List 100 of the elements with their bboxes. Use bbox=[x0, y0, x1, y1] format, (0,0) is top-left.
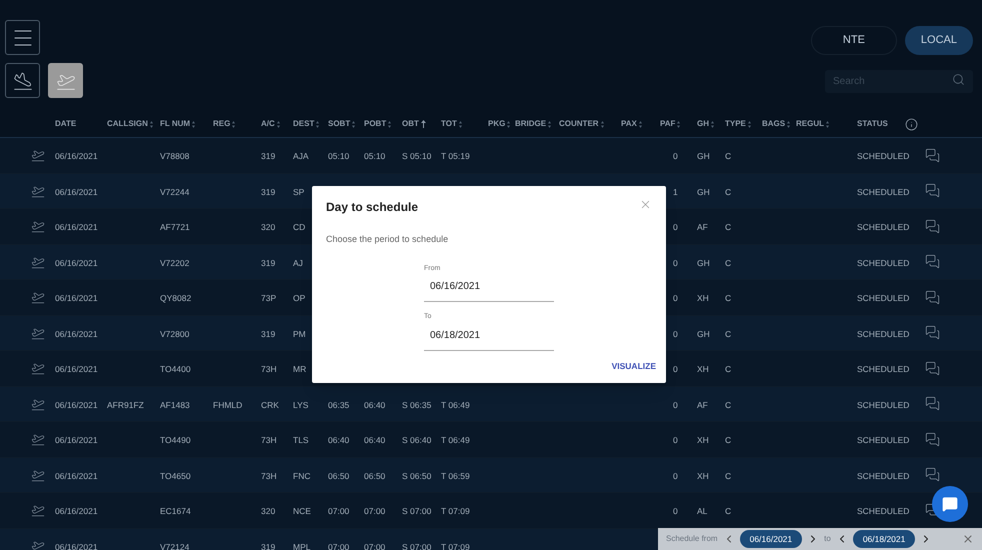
table-cell: V72202 bbox=[160, 258, 190, 268]
table-cell: 0 bbox=[673, 258, 678, 268]
table-cell: C bbox=[725, 258, 732, 268]
table-cell: XH bbox=[697, 435, 709, 446]
table-cell: PM bbox=[293, 328, 306, 339]
table-cell: SCHEDULED bbox=[857, 258, 910, 268]
table-cell: T 05:19 bbox=[441, 151, 470, 162]
table-cell: 06/16/2021 bbox=[55, 435, 98, 446]
table-cell: 06/16/2021 bbox=[55, 222, 98, 232]
column-header: BRIDGE bbox=[515, 118, 546, 130]
table-cell: AF1483 bbox=[160, 400, 190, 410]
table-cell: 06/16/2021 bbox=[55, 506, 98, 516]
column-header: SOBT bbox=[328, 118, 350, 130]
table-cell: 0 bbox=[673, 151, 678, 162]
table-cell: 06/16/2021 bbox=[55, 293, 98, 304]
table-cell: 06/16/2021 bbox=[55, 542, 98, 550]
separator-label: to bbox=[824, 533, 831, 545]
column-header: TOT bbox=[441, 118, 457, 130]
table-cell: T 07:09 bbox=[441, 542, 470, 550]
column-header: COUNTER bbox=[559, 118, 599, 130]
column-header: PAF bbox=[660, 118, 676, 130]
table-cell: C bbox=[725, 151, 732, 162]
table-cell: C bbox=[725, 186, 732, 197]
table-cell: 06:35 bbox=[328, 400, 350, 410]
column-header: TYPE bbox=[725, 118, 746, 130]
table-cell: T 06:49 bbox=[441, 435, 470, 446]
table-cell: CRK bbox=[261, 400, 279, 410]
dialog-subtitle: Choose the period to schedule bbox=[326, 233, 450, 246]
table-cell: 319 bbox=[261, 258, 276, 268]
table-cell: FNC bbox=[293, 470, 310, 481]
column-header: DEST bbox=[293, 118, 314, 130]
table-cell: T 07:09 bbox=[441, 506, 470, 516]
table-cell: 06/16/2021 bbox=[55, 328, 98, 339]
table-cell: 07:00 bbox=[364, 506, 386, 516]
table-cell: LYS bbox=[293, 400, 308, 410]
table-cell: S 06:35 bbox=[402, 400, 432, 410]
table-cell: C bbox=[725, 506, 732, 516]
column-header: CALLSIGN bbox=[107, 118, 148, 130]
column-header: DATE bbox=[55, 118, 76, 130]
table-cell: 05:10 bbox=[364, 151, 386, 162]
table-cell: AF bbox=[697, 222, 708, 232]
table-cell: 06/16/2021 bbox=[55, 258, 98, 268]
table-cell: 07:00 bbox=[328, 506, 350, 516]
table-cell: GH bbox=[697, 186, 710, 197]
table-cell: QY8082 bbox=[160, 293, 192, 304]
column-header: PAX bbox=[621, 118, 637, 130]
table-cell: C bbox=[725, 364, 732, 374]
table-cell: S 06:40 bbox=[402, 435, 432, 446]
table-cell: OP bbox=[293, 293, 306, 304]
table-cell: 07:00 bbox=[328, 542, 350, 550]
table-cell: SCHEDULED bbox=[857, 328, 910, 339]
table-cell: V72800 bbox=[160, 328, 190, 339]
table-cell: 06/16/2021 bbox=[55, 364, 98, 374]
table-cell: 73H bbox=[261, 435, 277, 446]
table-cell: 06/16/2021 bbox=[55, 470, 98, 481]
table-cell: XH bbox=[697, 470, 709, 481]
table-cell: C bbox=[725, 293, 732, 304]
table-cell: S 07:00 bbox=[402, 506, 432, 516]
column-header: REGUL bbox=[796, 118, 824, 130]
table-cell: AJ bbox=[293, 258, 303, 268]
table-cell: S 06:50 bbox=[402, 470, 432, 481]
table-cell: AF bbox=[697, 400, 708, 410]
table-cell: MR bbox=[293, 364, 306, 374]
table-cell: 06:50 bbox=[328, 470, 350, 481]
table-cell: SCHEDULED bbox=[857, 151, 910, 162]
column-header: PKG bbox=[488, 118, 506, 130]
table-cell: S 05:10 bbox=[402, 151, 432, 162]
table-cell: 07:00 bbox=[364, 542, 386, 550]
table-cell: 319 bbox=[261, 186, 276, 197]
table-cell: 06:40 bbox=[328, 435, 350, 446]
table-cell: 0 bbox=[673, 435, 678, 446]
table-cell: NCE bbox=[293, 506, 311, 516]
field-value: 06/18/2021 bbox=[429, 328, 482, 342]
table-cell: 0 bbox=[673, 328, 678, 339]
table-cell: C bbox=[725, 222, 732, 232]
table-cell: C bbox=[725, 470, 732, 481]
table-cell: TLS bbox=[293, 435, 309, 446]
table-cell: 73H bbox=[261, 364, 277, 374]
table-cell: SCHEDULED bbox=[857, 293, 910, 304]
table-cell: 0 bbox=[673, 293, 678, 304]
table-cell: S 07:00 bbox=[402, 542, 432, 550]
table-cell: FHMLD bbox=[213, 400, 242, 410]
table-cell: GH bbox=[697, 151, 710, 162]
table-cell: 320 bbox=[261, 222, 276, 232]
table-cell: SCHEDULED bbox=[857, 222, 910, 232]
dialog-title: Day to schedule bbox=[326, 199, 418, 216]
table-cell: 06:50 bbox=[364, 470, 386, 481]
table-cell: T 06:49 bbox=[441, 400, 470, 410]
table-cell: 06:40 bbox=[364, 400, 386, 410]
column-header: REG bbox=[213, 118, 230, 130]
table-cell: C bbox=[725, 435, 732, 446]
table-cell: AJA bbox=[293, 151, 309, 162]
table-cell: SCHEDULED bbox=[857, 506, 910, 516]
table-cell: C bbox=[725, 400, 732, 410]
column-header: GH bbox=[697, 118, 709, 130]
table-cell: 05:10 bbox=[328, 151, 350, 162]
table-cell: 0 bbox=[673, 506, 678, 516]
table-cell: XH bbox=[697, 364, 709, 374]
table-cell: TO4650 bbox=[160, 470, 191, 481]
table-cell: SCHEDULED bbox=[857, 186, 910, 197]
